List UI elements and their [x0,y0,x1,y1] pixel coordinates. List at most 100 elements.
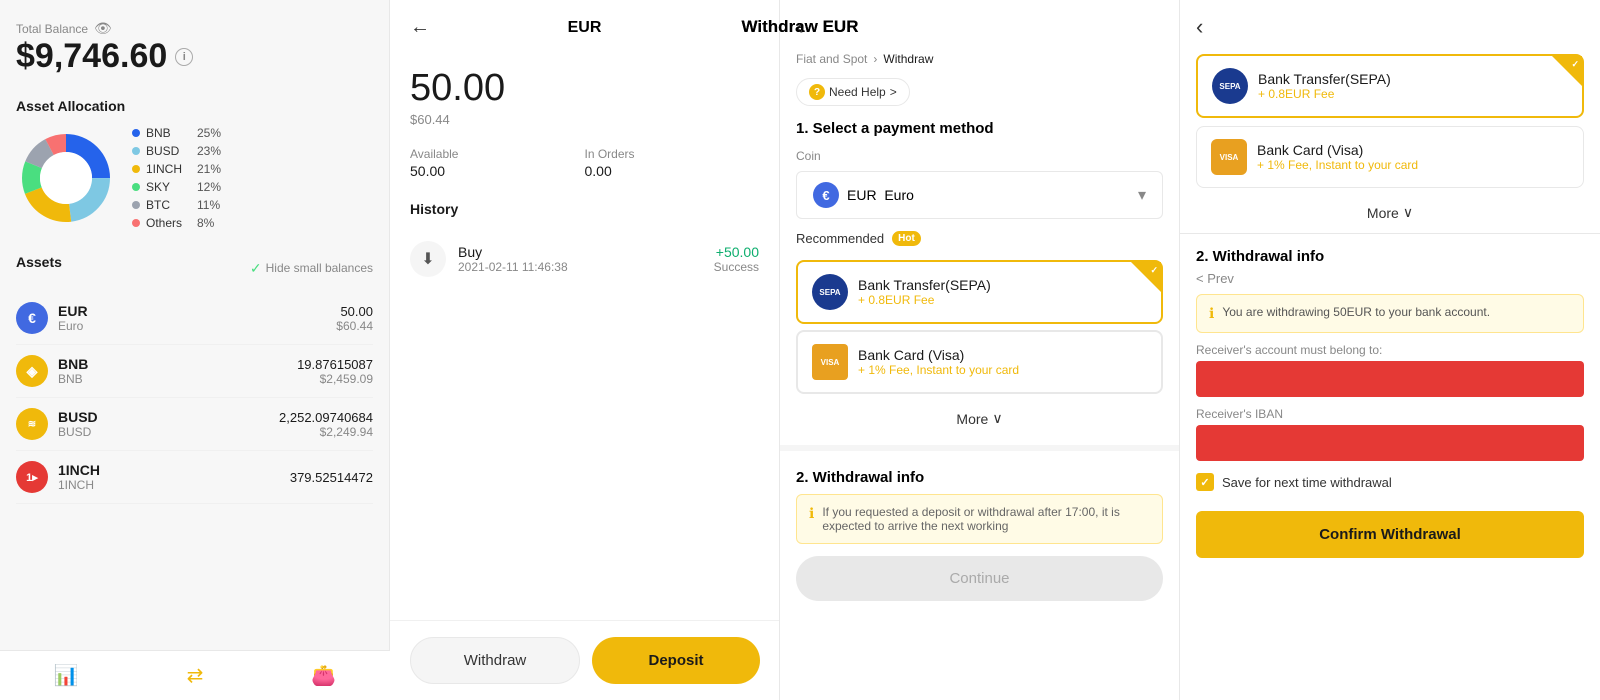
eur-usd: $60.44 [410,112,759,127]
legend-bnb: BNB 25% [132,126,221,140]
p4-title: Withdraw EUR [1180,17,1600,37]
visa-info: Bank Card (Visa) + 1% Fee, Instant to yo… [858,347,1147,377]
checkmark-icon: ✓ [250,260,262,277]
1inch-info: 1INCH 1INCH [58,462,290,492]
info-box-p3: ℹ If you requested a deposit or withdraw… [796,494,1163,544]
p4-nav: ‹ Withdraw EUR [1180,0,1600,46]
need-help-btn[interactable]: ? Need Help > [796,78,910,106]
payment-visa[interactable]: VISA Bank Card (Visa) + 1% Fee, Instant … [796,330,1163,394]
iban-field[interactable] [1196,425,1584,461]
hide-small-balances[interactable]: ✓ Hide small balances [250,260,373,277]
portfolio-panel: Total Balance 👁 $9,746.60 i Asset Alloca… [0,0,390,700]
more-button-p3[interactable]: More ∨ [780,400,1179,437]
bottom-navigation: 📊 ⇄ 👛 [0,650,390,700]
legend-1inch: 1INCH 21% [132,162,221,176]
sepa-icon-p4: SEPA [1212,68,1248,104]
divider-p3 [780,445,1179,451]
deposit-button[interactable]: Deposit [592,637,760,684]
history-section: History ⬇ Buy 2021-02-11 11:46:38 +50.00… [390,189,779,301]
info-circle-icon: ℹ [1209,305,1214,322]
legend-busd: BUSD 23% [132,144,221,158]
asset-item-1inch[interactable]: 1▸ 1INCH 1INCH 379.52514472 [16,451,373,504]
legend-dot-sky [132,183,140,191]
asset-allocation-section: Asset Allocation [0,86,389,242]
sepa-selected-check: ✓ [1571,59,1579,70]
save-label: Save for next time withdrawal [1222,475,1392,490]
available-col: Available 50.00 [410,147,585,179]
visa-icon-p4: VISA [1211,139,1247,175]
divider-p4 [1180,233,1600,234]
breadcrumb-sep: › [873,52,877,66]
nav-transfer[interactable]: ⇄ [187,663,204,688]
allocation-legend: BNB 25% BUSD 23% 1INCH 21% SKY 12% [132,126,221,230]
assets-header: Assets ✓ Hide small balances [16,254,373,282]
sepa-card-p4[interactable]: SEPA Bank Transfer(SEPA) + 0.8EUR Fee ✓ [1196,54,1584,118]
donut-chart [16,128,116,228]
withdraw-button[interactable]: Withdraw [410,637,580,684]
legend-dot-btc [132,201,140,209]
save-checkbox[interactable]: ✓ [1196,473,1214,491]
recommended-label: Recommended [796,231,884,246]
breadcrumb: Fiat and Spot › Withdraw [780,46,1179,72]
selected-checkmark: ✓ [1150,265,1158,276]
withdraw-info-box: ℹ You are withdrawing 50EUR to your bank… [1196,294,1584,333]
info-icon[interactable]: i [175,48,193,66]
step2-title-p4: 2. Withdrawal info [1180,238,1600,271]
legend-dot-bnb [132,129,140,137]
question-icon: ? [809,84,825,100]
visa-icon: VISA [812,344,848,380]
legend-others: Others 8% [132,216,221,230]
history-buy-icon: ⬇ [410,241,446,277]
sepa-info: Bank Transfer(SEPA) + 0.8EUR Fee [858,277,1147,307]
coin-select[interactable]: € EUR Euro ▾ [796,171,1163,219]
eur-detail-panel: ← EUR 50.00 $60.44 Available 50.00 In Or… [390,0,780,700]
assets-title: Assets [16,254,62,270]
continue-button[interactable]: Continue [796,556,1163,601]
withdraw-eur-panel: ‹ Withdraw EUR Fiat and Spot › Withdraw … [780,0,1180,700]
nav-wallet[interactable]: 👛 [311,663,336,688]
assets-section: Assets ✓ Hide small balances € EUR Euro … [0,242,389,516]
eur-info: EUR Euro [58,303,336,333]
asset-item-bnb[interactable]: ◈ BNB BNB 19.87615087 $2,459.09 [16,345,373,398]
history-item[interactable]: ⬇ Buy 2021-02-11 11:46:38 +50.00 Success [410,229,759,289]
bnb-info: BNB BNB [58,356,297,386]
step1-title: 1. Select a payment method [780,112,1179,145]
bnb-icon: ◈ [16,355,48,387]
1inch-icon: 1▸ [16,461,48,493]
history-info: Buy 2021-02-11 11:46:38 [458,244,714,274]
legend-dot-1inch [132,165,140,173]
p2-action-buttons: Withdraw Deposit [390,620,780,700]
portfolio-header: Total Balance 👁 $9,746.60 i [0,0,389,86]
save-row: ✓ Save for next time withdrawal [1180,461,1600,503]
receiver-account-field[interactable] [1196,361,1584,397]
visa-card-p4[interactable]: VISA Bank Card (Visa) + 1% Fee, Instant … [1196,126,1584,188]
legend-dot-busd [132,147,140,155]
busd-info: BUSD BUSD [58,409,279,439]
withdraw-sepa-panel: ‹ Withdraw EUR SEPA Bank Transfer(SEPA) … [1180,0,1600,700]
busd-values: 2,252.09740684 $2,249.94 [279,410,373,439]
prev-link[interactable]: < Prev [1180,271,1600,294]
busd-icon: ≋ [16,408,48,440]
info-warning-icon: ℹ [809,505,814,522]
asset-item-busd[interactable]: ≋ BUSD BUSD 2,252.09740684 $2,249.94 [16,398,373,451]
hot-badge: Hot [892,231,921,246]
allocation-title: Asset Allocation [16,98,373,114]
asset-item-eur[interactable]: € EUR Euro 50.00 $60.44 [16,292,373,345]
legend-sky: SKY 12% [132,180,221,194]
bnb-values: 19.87615087 $2,459.09 [297,357,373,386]
nav-chart[interactable]: 📊 [54,663,79,688]
receiver-label: Receiver's account must belong to: [1180,333,1600,361]
step2-title-p3: 2. Withdrawal info [780,459,1179,494]
wallet-icon: 👛 [311,663,336,688]
sepa-info-p4: Bank Transfer(SEPA) + 0.8EUR Fee [1258,71,1568,101]
legend-btc: BTC 11% [132,198,221,212]
confirm-withdrawal-button[interactable]: Confirm Withdrawal [1196,511,1584,558]
coin-label: Coin [780,145,1179,167]
recommended-row: Recommended Hot [780,223,1179,254]
payment-sepa[interactable]: SEPA Bank Transfer(SEPA) + 0.8EUR Fee ✓ [796,260,1163,324]
iban-label: Receiver's IBAN [1180,397,1600,425]
legend-dot-others [132,219,140,227]
more-button-p4[interactable]: More ∨ [1180,196,1600,229]
history-amount: +50.00 Success [714,244,759,274]
sepa-icon: SEPA [812,274,848,310]
